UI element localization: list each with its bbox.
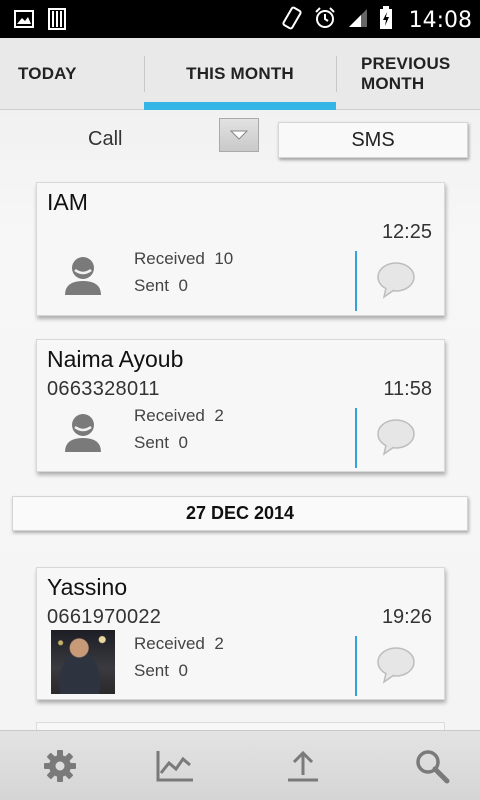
default-avatar-icon: [65, 257, 101, 295]
call-filter-label[interactable]: Call: [88, 128, 122, 151]
search-button[interactable]: [372, 731, 480, 800]
message-bubble-icon[interactable]: [376, 646, 416, 684]
image-icon: [14, 10, 34, 32]
sent-row: Sent 0: [134, 661, 188, 681]
received-count: 2: [214, 406, 224, 425]
received-row: Received 2: [134, 406, 224, 426]
sent-count: 0: [178, 276, 188, 295]
received-label: Received: [134, 634, 205, 653]
barcode-icon: [48, 8, 66, 34]
statistics-button[interactable]: [115, 731, 235, 800]
tab-today[interactable]: TODAY: [0, 38, 144, 110]
received-count: 2: [214, 634, 224, 653]
upload-icon: [288, 750, 318, 782]
contact-name: Naima Ayoub: [47, 346, 184, 372]
sent-label: Sent: [134, 276, 169, 295]
contact-name: IAM: [47, 189, 88, 215]
received-row: Received 2: [134, 634, 224, 654]
contact-time: 12:25: [381, 221, 432, 243]
date-section-header: 27 DEC 2014: [12, 496, 468, 531]
sms-filter-button[interactable]: SMS: [278, 122, 468, 158]
battery-charging-icon: [379, 6, 393, 34]
default-avatar-icon: [65, 414, 101, 452]
sent-row: Sent 0: [134, 433, 188, 453]
contact-photo: [51, 630, 115, 694]
sent-count: 0: [178, 433, 188, 452]
contact-card[interactable]: Naima Ayoub 0663328011 11:58 Received 2 …: [36, 339, 445, 472]
contact-card[interactable]: Yassino 0661970022 19:26 Received 2 Sent…: [36, 567, 445, 700]
rotate-icon: [281, 6, 303, 34]
status-bar: 14:08: [0, 0, 480, 38]
message-bubble-icon[interactable]: [376, 418, 416, 456]
sent-row: Sent 0: [134, 276, 188, 296]
settings-button[interactable]: [0, 731, 120, 800]
card-divider: [355, 251, 357, 311]
contact-number: 0661970022: [47, 606, 162, 628]
sent-count: 0: [178, 661, 188, 680]
alarm-icon: [313, 6, 337, 34]
received-label: Received: [134, 249, 205, 268]
signal-icon: [347, 7, 369, 33]
upload-button[interactable]: [243, 731, 363, 800]
search-icon: [416, 750, 450, 784]
sent-label: Sent: [134, 661, 169, 680]
bottom-action-bar: [0, 730, 480, 800]
message-bubble-icon[interactable]: [376, 261, 416, 299]
contact-number: 0663328011: [47, 378, 160, 400]
tab-selected-indicator: [144, 102, 336, 110]
clock-time: 14:08: [408, 7, 472, 33]
sent-label: Sent: [134, 433, 169, 452]
settings-gear-icon: [44, 750, 76, 782]
type-dropdown-button[interactable]: [219, 118, 259, 152]
tab-bar: TODAY THIS MONTH PREVIOUS MONTH: [0, 38, 480, 110]
contact-time: 19:26: [381, 606, 432, 628]
received-label: Received: [134, 406, 205, 425]
tab-this-month[interactable]: THIS MONTH: [144, 38, 336, 110]
chevron-down-icon: [229, 130, 249, 140]
contact-time: 11:58: [383, 378, 432, 400]
received-row: Received 10: [134, 249, 233, 269]
tab-previous-month[interactable]: PREVIOUS MONTH: [336, 38, 480, 110]
chart-icon: [156, 751, 193, 782]
contact-name: Yassino: [47, 574, 128, 600]
card-divider: [355, 408, 357, 468]
contact-card[interactable]: IAM 12:25 Received 10 Sent 0: [36, 182, 445, 316]
card-divider: [355, 636, 357, 696]
received-count: 10: [214, 249, 234, 268]
